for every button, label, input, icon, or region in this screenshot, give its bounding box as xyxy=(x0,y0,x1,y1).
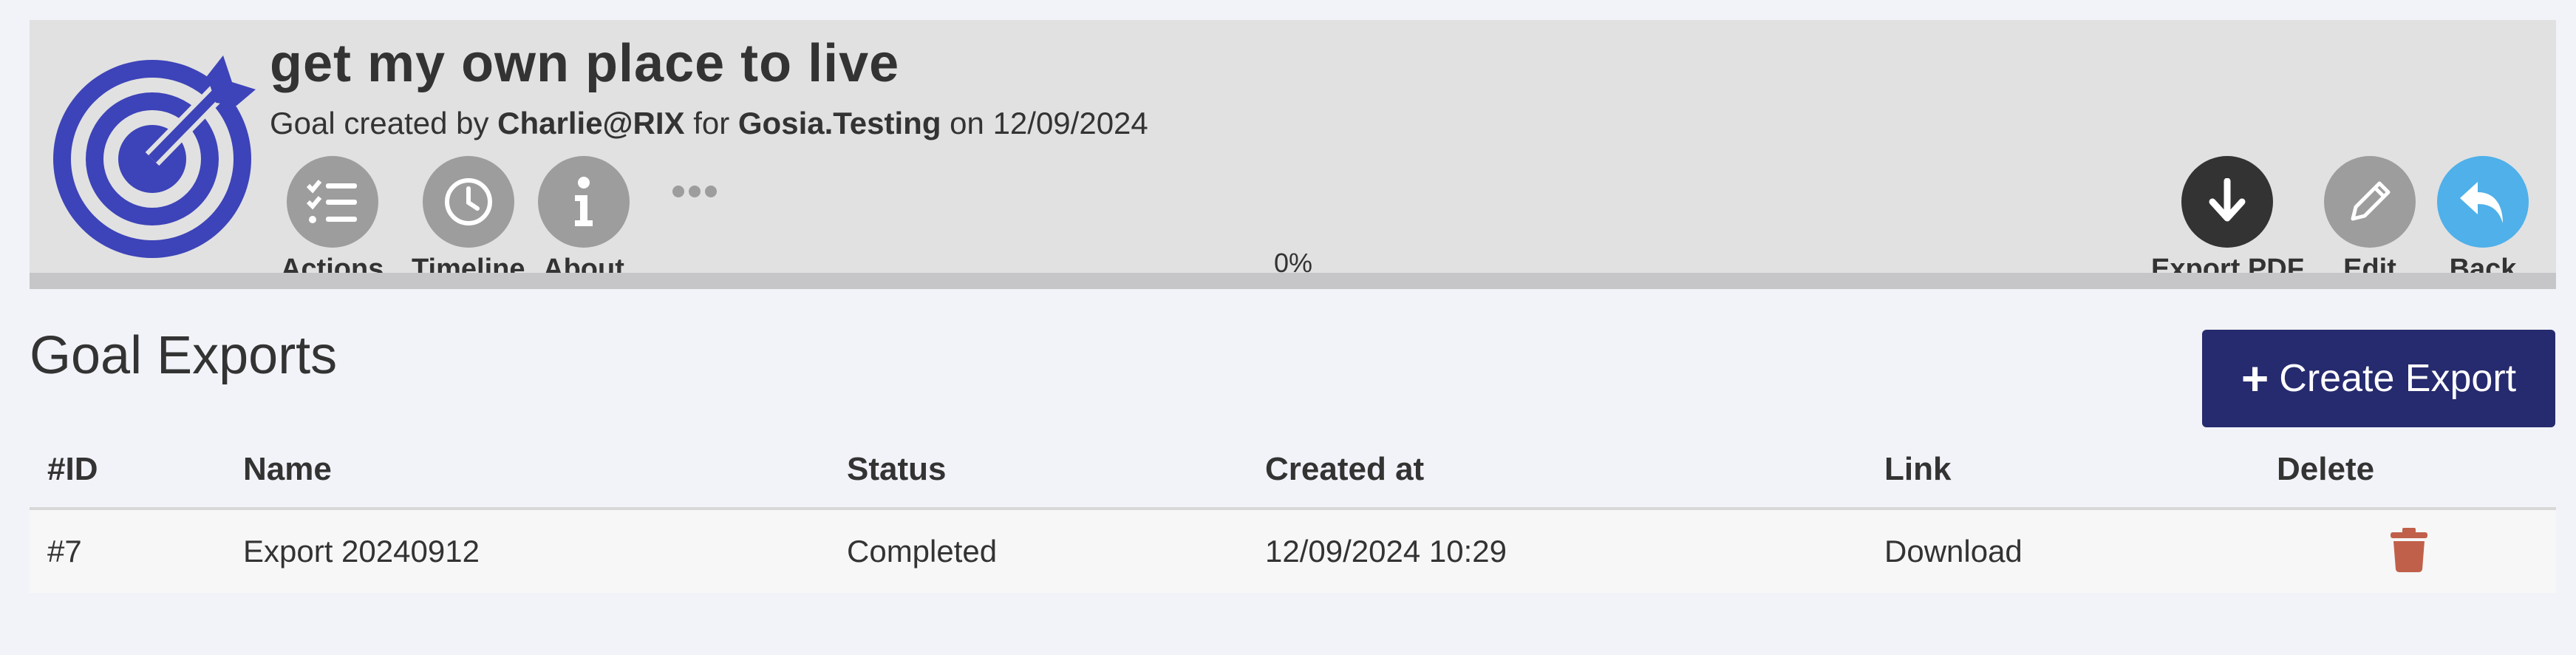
goal-title: get my own place to live xyxy=(270,34,900,93)
target-icon xyxy=(53,55,256,258)
goal-header: get my own place to live Goal created by… xyxy=(30,20,2556,289)
create-export-label: Create Export xyxy=(2279,357,2517,400)
cell-status: Completed xyxy=(847,534,998,569)
cell-created-at: 12/09/2024 10:29 xyxy=(1265,534,1507,569)
subtitle-prefix: Goal created by xyxy=(270,106,498,140)
column-header-delete: Delete xyxy=(2277,451,2375,487)
cell-id: #7 xyxy=(47,534,82,569)
reply-arrow-icon[interactable] xyxy=(2437,156,2529,248)
checklist-icon[interactable] xyxy=(286,156,378,248)
section-title: Goal Exports xyxy=(30,326,338,385)
about-button[interactable]: About xyxy=(538,156,630,285)
info-icon[interactable] xyxy=(538,156,630,248)
timeline-button[interactable]: Timeline xyxy=(412,156,525,285)
trash-icon[interactable] xyxy=(2389,528,2429,572)
goal-creator: Charlie@RIX xyxy=(497,106,685,140)
download-arrow-icon[interactable] xyxy=(2181,156,2274,248)
more-dots-icon[interactable] xyxy=(672,186,717,197)
column-header-created-at: Created at xyxy=(1265,451,1425,487)
export-pdf-button[interactable]: Export PDF xyxy=(2151,156,2304,285)
column-header-name: Name xyxy=(243,451,332,487)
plus-icon: + xyxy=(2241,352,2269,405)
create-export-button[interactable]: + Create Export xyxy=(2202,330,2555,427)
table-row: #7 Export 20240912 Completed 12/09/2024 … xyxy=(30,510,2556,593)
exports-table: #ID Name Status Created at Link Delete #… xyxy=(30,436,2556,593)
actions-button[interactable]: Actions xyxy=(281,156,384,285)
edit-button[interactable]: Edit xyxy=(2324,156,2416,285)
progress-bar xyxy=(30,273,2556,289)
back-button[interactable]: Back xyxy=(2437,156,2529,285)
clock-icon[interactable] xyxy=(422,156,514,248)
pencil-icon[interactable] xyxy=(2324,156,2416,248)
subtitle-on: on xyxy=(941,106,993,140)
goal-owner: Gosia.Testing xyxy=(737,106,941,140)
column-header-status: Status xyxy=(847,451,947,487)
goal-date: 12/09/2024 xyxy=(992,106,1148,140)
goal-subtitle: Goal created by Charlie@RIX for Gosia.Te… xyxy=(270,106,1148,141)
table-header: #ID Name Status Created at Link Delete xyxy=(30,436,2556,510)
cell-name: Export 20240912 xyxy=(243,534,480,569)
column-header-link: Link xyxy=(1884,451,1952,487)
subtitle-for: for xyxy=(684,106,738,140)
download-link[interactable]: Download xyxy=(1884,534,2023,569)
column-header-id: #ID xyxy=(47,451,98,487)
